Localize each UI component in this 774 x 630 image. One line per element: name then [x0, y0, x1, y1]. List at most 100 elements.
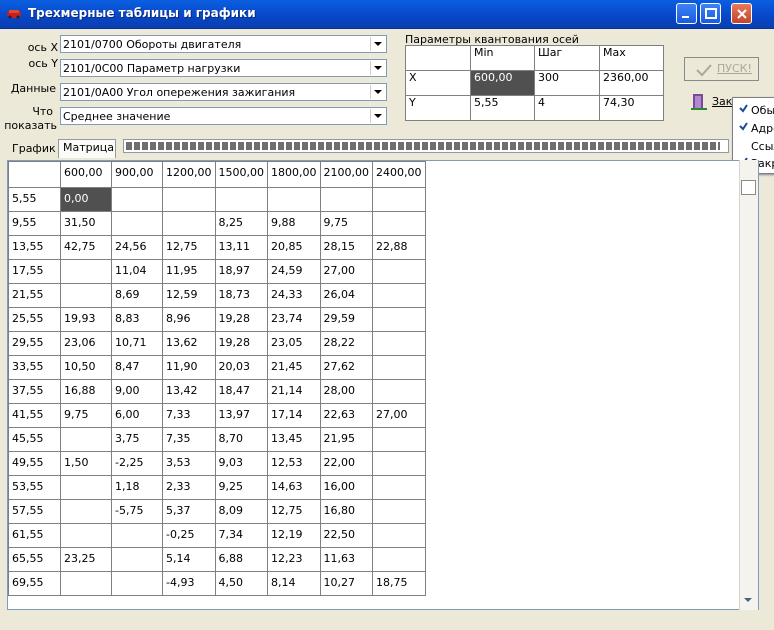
quant-cell-x-max[interactable]: 2360,00 [599, 70, 664, 96]
matrix-cell[interactable]: 28,22 [319, 331, 373, 356]
matrix-cell[interactable] [372, 259, 426, 284]
matrix-cell[interactable] [60, 499, 112, 524]
matrix-cell[interactable]: 21,95 [319, 427, 373, 452]
matrix-cell[interactable] [319, 187, 373, 212]
matrix-cell[interactable] [162, 187, 216, 212]
matrix-cell[interactable]: 13,42 [162, 379, 216, 404]
matrix-cell[interactable] [60, 283, 112, 308]
matrix-cell[interactable]: 16,00 [319, 475, 373, 500]
matrix-cell[interactable]: 28,15 [319, 235, 373, 260]
matrix-cell[interactable]: 24,56 [111, 235, 163, 260]
matrix-cell[interactable]: 8,09 [214, 499, 268, 524]
matrix-cell[interactable]: 22,88 [372, 235, 426, 260]
matrix-cell[interactable] [60, 259, 112, 284]
matrix-cell[interactable] [372, 475, 426, 500]
matrix-cell[interactable]: 9,25 [214, 475, 268, 500]
matrix-cell[interactable] [60, 475, 112, 500]
matrix-cell[interactable]: 9,75 [319, 211, 373, 236]
matrix-cell[interactable]: 9,00 [111, 379, 163, 404]
matrix-cell[interactable]: 18,97 [214, 259, 268, 284]
matrix-cell[interactable]: 22,63 [319, 403, 373, 428]
matrix-cell[interactable]: 12,23 [267, 547, 321, 572]
matrix-cell[interactable] [372, 379, 426, 404]
show-combo[interactable]: Среднее значение [60, 107, 387, 125]
matrix-cell[interactable]: -4,93 [162, 571, 216, 596]
matrix-cell[interactable]: 1,50 [60, 451, 112, 476]
matrix-cell[interactable]: 23,06 [60, 331, 112, 356]
matrix-cell[interactable]: 42,75 [60, 235, 112, 260]
dropdown-arrow-icon[interactable] [370, 109, 385, 123]
matrix-cell[interactable] [111, 187, 163, 212]
horizontal-scrollbar[interactable] [7, 610, 759, 614]
matrix-cell[interactable]: 13,62 [162, 331, 216, 356]
title-bar[interactable]: Трехмерные таблицы и графики [0, 0, 774, 29]
matrix-cell[interactable] [214, 187, 268, 212]
matrix-cell[interactable]: 19,93 [60, 307, 112, 332]
matrix-cell[interactable] [162, 211, 216, 236]
context-menu-item[interactable]: Обычн [733, 102, 774, 120]
matrix-cell[interactable]: 18,73 [214, 283, 268, 308]
matrix-cell[interactable]: 10,50 [60, 355, 112, 380]
matrix-cell[interactable]: 3,75 [111, 427, 163, 452]
matrix-cell[interactable]: 17,14 [267, 403, 321, 428]
data-combo[interactable]: 2101/0A00 Угол опережения зажигания [60, 83, 387, 101]
matrix-cell[interactable]: 22,50 [319, 523, 373, 548]
matrix-cell[interactable]: -2,25 [111, 451, 163, 476]
matrix-cell[interactable]: 21,14 [267, 379, 321, 404]
dropdown-arrow-icon[interactable] [370, 61, 385, 75]
matrix-cell[interactable]: 23,05 [267, 331, 321, 356]
matrix-cell[interactable]: 8,14 [267, 571, 321, 596]
matrix-cell[interactable]: 22,00 [319, 451, 373, 476]
matrix-cell[interactable]: 2,33 [162, 475, 216, 500]
matrix-cell[interactable] [372, 283, 426, 308]
matrix-cell[interactable]: 8,69 [111, 283, 163, 308]
matrix-cell[interactable]: 16,80 [319, 499, 373, 524]
matrix-cell[interactable]: 23,74 [267, 307, 321, 332]
matrix-cell[interactable]: -0,25 [162, 523, 216, 548]
matrix-cell[interactable]: 10,71 [111, 331, 163, 356]
matrix-cell[interactable]: 11,95 [162, 259, 216, 284]
x-axis-combo[interactable]: 2101/0700 Обороты двигателя [60, 35, 387, 53]
matrix-cell[interactable]: 12,59 [162, 283, 216, 308]
matrix-cell[interactable]: 16,88 [60, 379, 112, 404]
matrix-cell[interactable]: 23,25 [60, 547, 112, 572]
matrix-cell[interactable] [111, 211, 163, 236]
matrix-cell[interactable]: 27,00 [319, 259, 373, 284]
matrix-cell[interactable] [372, 187, 426, 212]
matrix-cell[interactable]: 11,04 [111, 259, 163, 284]
context-menu-item[interactable]: Ссылк [733, 138, 774, 156]
context-menu-item[interactable]: Адрес [733, 120, 774, 138]
matrix-cell[interactable]: 27,00 [372, 403, 426, 428]
matrix-cell[interactable]: 7,34 [214, 523, 268, 548]
matrix-cell[interactable]: 6,88 [214, 547, 268, 572]
matrix-cell[interactable]: 20,03 [214, 355, 268, 380]
matrix-cell[interactable]: 9,88 [267, 211, 321, 236]
matrix-cell[interactable]: 19,28 [214, 307, 268, 332]
close-window-button[interactable]: Зак [684, 90, 732, 114]
matrix-cell[interactable]: 27,62 [319, 355, 373, 380]
matrix-cell[interactable]: 18,75 [372, 571, 426, 596]
matrix-cell[interactable] [111, 523, 163, 548]
matrix-cell[interactable] [372, 211, 426, 236]
matrix-cell[interactable]: 8,47 [111, 355, 163, 380]
matrix-cell[interactable]: 12,53 [267, 451, 321, 476]
matrix-cell[interactable]: 14,63 [267, 475, 321, 500]
matrix-cell[interactable]: 13,97 [214, 403, 268, 428]
matrix-cell[interactable] [372, 451, 426, 476]
matrix-cell[interactable]: 24,59 [267, 259, 321, 284]
matrix-cell[interactable] [111, 571, 163, 596]
quant-cell-y-step[interactable]: 4 [534, 95, 600, 121]
matrix-cell[interactable]: 19,28 [214, 331, 268, 356]
matrix-cell[interactable]: 7,33 [162, 403, 216, 428]
y-axis-combo[interactable]: 2101/0C00 Параметр нагрузки [60, 59, 387, 77]
quant-cell-x-step[interactable]: 300 [534, 70, 600, 96]
matrix-cell[interactable]: 13,45 [267, 427, 321, 452]
matrix-cell[interactable]: 13,11 [214, 235, 268, 260]
matrix-cell[interactable]: 6,00 [111, 403, 163, 428]
matrix-cell[interactable]: 10,27 [319, 571, 373, 596]
matrix-cell[interactable]: 12,19 [267, 523, 321, 548]
matrix-cell[interactable] [372, 427, 426, 452]
quant-cell-x-min[interactable]: 600,00 [470, 70, 535, 96]
matrix-cell[interactable] [111, 547, 163, 572]
matrix-cell[interactable]: 21,45 [267, 355, 321, 380]
